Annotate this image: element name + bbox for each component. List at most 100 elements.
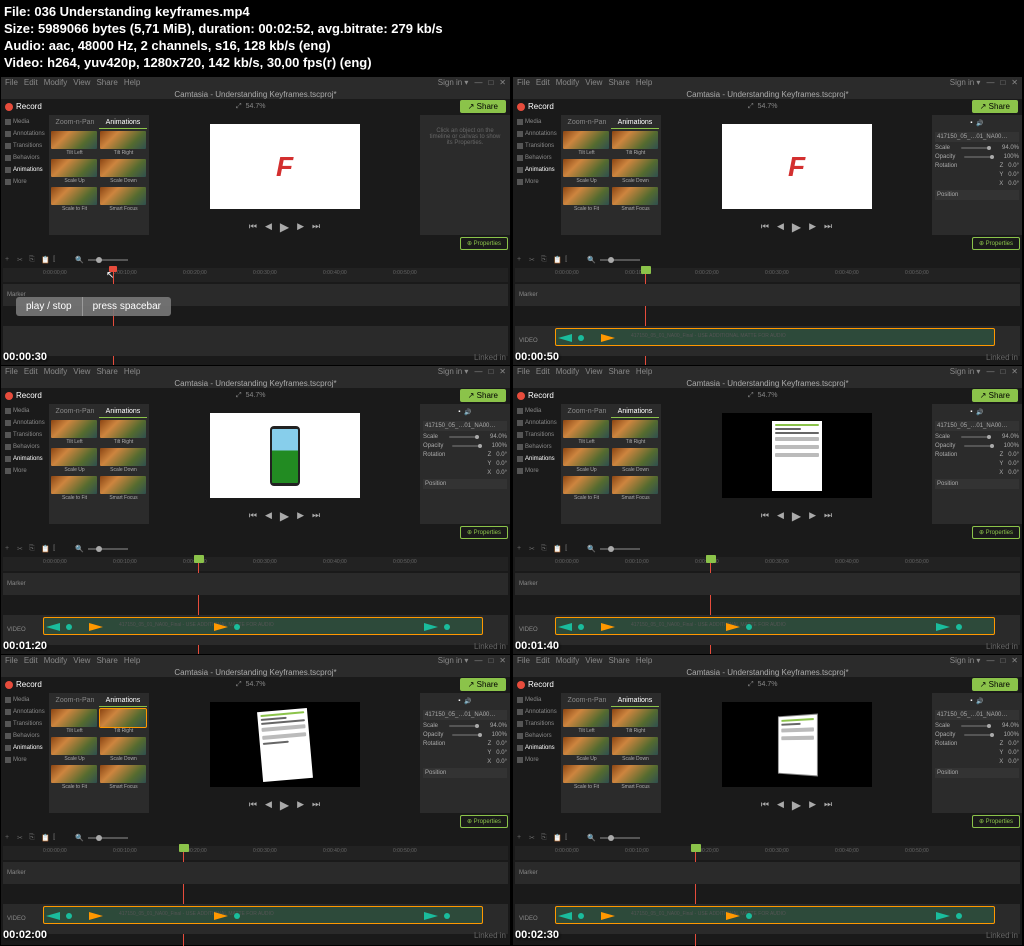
play-icon[interactable]: ▶ [792,798,801,812]
anim-scale-down[interactable]: Scale Down [100,159,147,185]
signin-link[interactable]: Sign in ▾ [950,367,981,376]
canvas-content[interactable] [722,702,872,787]
audio-tab-icon[interactable]: 🔊 [976,120,983,127]
paste-icon[interactable]: 📋 [41,834,49,842]
keyframe-anim-icon[interactable] [424,912,438,920]
video-clip[interactable]: 417150_05_01_NA00_Final - USE ADDITIONAL… [43,906,483,924]
sidebar-item-media[interactable]: Media [3,117,47,127]
share-button[interactable]: ↗ Share [460,389,506,402]
record-button[interactable]: Record [5,391,42,400]
opacity-slider[interactable] [452,445,482,447]
menu-view[interactable]: View [585,78,602,87]
properties-button[interactable]: ⊕ Properties [460,526,508,539]
menu-help[interactable]: Help [124,367,140,376]
anim-scale-up[interactable]: Scale Up [51,159,98,185]
step-back-icon[interactable]: ◀ [777,510,784,521]
sidebar-item-more[interactable]: More [3,755,47,765]
zoom-out-icon[interactable]: 🔍 [75,256,84,264]
zoom-slider[interactable] [600,259,640,261]
menu-share[interactable]: Share [96,656,117,665]
step-back-icon[interactable]: ◀ [265,510,272,521]
tab-animations[interactable]: Animations [611,695,659,707]
anim-smart-focus[interactable]: Smart Focus [612,765,659,791]
sidebar-item-annotations[interactable]: Annotations [3,418,47,428]
zoom-out-icon[interactable]: 🔍 [587,834,596,842]
add-track-icon[interactable]: + [5,545,13,553]
keyframe-icon[interactable] [578,335,584,341]
share-button[interactable]: ↗ Share [460,100,506,113]
keyframe-start-icon[interactable] [558,912,572,920]
add-track-icon[interactable]: + [517,834,525,842]
maximize-icon[interactable]: □ [488,78,493,87]
menu-help[interactable]: Help [636,367,652,376]
menu-help[interactable]: Help [636,78,652,87]
sidebar-item-more[interactable]: More [515,755,559,765]
menu-modify[interactable]: Modify [556,656,580,665]
track-video[interactable]: VIDEO 417150_05_01_NA00_Final - USE ADDI… [515,904,1020,934]
split-icon[interactable]: ⫿ [53,256,61,264]
menu-share[interactable]: Share [96,367,117,376]
sidebar-item-transitions[interactable]: Transitions [515,430,559,440]
canvas-zoom[interactable]: ⤢54.7% [236,681,265,689]
sidebar-item-behaviors[interactable]: Behaviors [3,731,47,741]
maximize-icon[interactable]: □ [1000,78,1005,87]
keyframe-icon[interactable] [956,913,962,919]
next-frame-icon[interactable]: ⏭ [824,799,832,810]
animation-arrow-icon[interactable] [601,334,615,342]
zoom-slider[interactable] [88,259,128,261]
step-back-icon[interactable]: ◀ [265,799,272,810]
anim-tilt-right[interactable]: Tilt Right [612,420,659,446]
opacity-slider[interactable] [964,156,994,158]
menu-file[interactable]: File [5,367,18,376]
canvas[interactable] [661,693,932,797]
cut-icon[interactable]: ✂ [529,256,537,264]
anim-smart-focus[interactable]: Smart Focus [100,765,147,791]
sidebar-item-more[interactable]: More [515,466,559,476]
keyframe-icon[interactable] [66,624,72,630]
menu-file[interactable]: File [517,78,530,87]
opacity-slider[interactable] [964,445,994,447]
animation-arrow-icon[interactable] [726,623,740,631]
canvas-zoom[interactable]: ⤢54.7% [748,681,777,689]
record-button[interactable]: Record [5,680,42,689]
anim-scale-up[interactable]: Scale Up [51,448,98,474]
sidebar-item-transitions[interactable]: Transitions [515,719,559,729]
maximize-icon[interactable]: □ [1000,367,1005,376]
sidebar-item-media[interactable]: Media [515,117,559,127]
anim-smart-focus[interactable]: Smart Focus [100,476,147,502]
keyframe-start-icon[interactable] [46,912,60,920]
anim-tilt-right[interactable]: Tilt Right [100,131,147,157]
paste-icon[interactable]: 📋 [41,545,49,553]
menu-edit[interactable]: Edit [24,367,38,376]
sidebar-item-media[interactable]: Media [515,695,559,705]
share-button[interactable]: ↗ Share [460,678,506,691]
keyframe-icon[interactable] [234,624,240,630]
video-clip[interactable]: 417150_05_01_NA00_Final - USE ADDITIONAL… [555,617,995,635]
canvas[interactable]: F [149,115,420,219]
paste-icon[interactable]: 📋 [553,834,561,842]
video-tab-icon[interactable]: ▪ [458,409,460,416]
sidebar-item-more[interactable]: More [3,177,47,187]
zoom-out-icon[interactable]: 🔍 [587,256,596,264]
sidebar-item-transitions[interactable]: Transitions [515,141,559,151]
keyframe-icon[interactable] [956,624,962,630]
menu-file[interactable]: File [517,367,530,376]
menu-file[interactable]: File [5,656,18,665]
sidebar-item-transitions[interactable]: Transitions [3,719,47,729]
animation-arrow-icon[interactable] [214,623,228,631]
add-track-icon[interactable]: + [517,545,525,553]
tab-animations[interactable]: Animations [611,406,659,418]
step-fwd-icon[interactable]: ▶ [809,510,816,521]
menu-share[interactable]: Share [96,78,117,87]
timeline-ruler[interactable]: 0:00:00;000:00:10;000:00:20;000:00:30;00… [515,846,1020,860]
properties-button[interactable]: ⊕ Properties [460,237,508,250]
maximize-icon[interactable]: □ [488,367,493,376]
close-icon[interactable]: ✕ [1011,78,1018,87]
anim-tilt-left[interactable]: Tilt Left [563,131,610,157]
tab-animations[interactable]: Animations [99,117,147,129]
minimize-icon[interactable]: — [474,367,482,376]
split-icon[interactable]: ⫿ [565,545,573,553]
keyframe-icon[interactable] [234,913,240,919]
tab-zoom-pan[interactable]: Zoom-n-Pan [563,406,611,418]
keyframe-anim-icon[interactable] [424,623,438,631]
